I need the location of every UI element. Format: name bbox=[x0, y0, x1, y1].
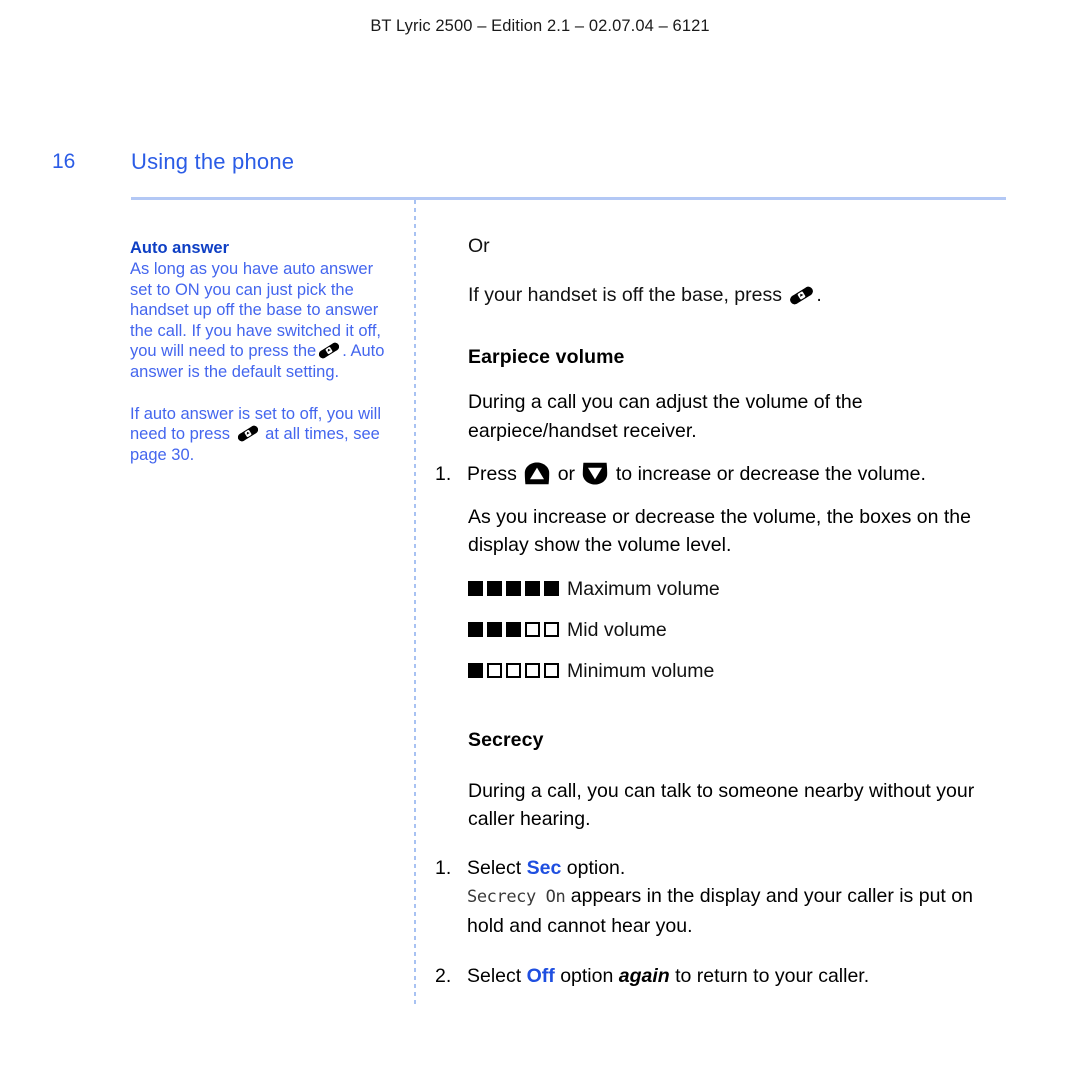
secrecy-step-2-text-b: option bbox=[560, 965, 614, 987]
secrecy-step-1-text-b: option. bbox=[566, 856, 626, 879]
volume-down-key-icon bbox=[582, 462, 608, 485]
press-handset-text-a: If your handset is off the base, press bbox=[468, 283, 782, 306]
volume-box bbox=[506, 581, 521, 596]
secrecy-option-keyword-sec: Sec bbox=[526, 856, 562, 879]
volume-box bbox=[544, 622, 559, 637]
volume-box bbox=[525, 663, 540, 678]
phone-handset-icon bbox=[236, 425, 260, 442]
step-number: 1. bbox=[435, 856, 452, 879]
volume-level-label: Maximum volume bbox=[567, 577, 720, 600]
volume-box bbox=[487, 663, 502, 678]
volume-box bbox=[544, 663, 559, 678]
secrecy-step-2-text-c: to return to your caller. bbox=[675, 965, 870, 987]
volume-box bbox=[544, 581, 559, 596]
phone-handset-icon bbox=[317, 342, 341, 359]
sidebar-paragraph-2: If auto answer is set to off, you will n… bbox=[130, 404, 398, 466]
earpiece-volume-body: During a call you can adjust the volume … bbox=[468, 391, 863, 442]
step-text: Select Off option again to return to you… bbox=[467, 962, 1008, 991]
secrecy-step-2-text-a: Select bbox=[467, 965, 522, 987]
secrecy-step-1-text-a: Select bbox=[467, 856, 522, 879]
or-label: Or bbox=[468, 235, 490, 257]
volume-box bbox=[468, 622, 483, 637]
step-number: 2. bbox=[435, 965, 452, 987]
sidebar-heading: Auto answer bbox=[130, 239, 230, 257]
volume-level-label: Mid volume bbox=[567, 618, 667, 641]
secrecy-step-2: 2. Select Off option again to return to … bbox=[435, 962, 1008, 991]
display-text-secrecy-on: Secrecy On bbox=[467, 887, 566, 907]
press-handset-text-b: . bbox=[816, 283, 822, 306]
column-divider bbox=[414, 200, 416, 1005]
title-divider-rule bbox=[131, 197, 1006, 200]
page-title: Using the phone bbox=[131, 149, 295, 174]
earpiece-step-1: 1. Press or to increase or decrease the … bbox=[435, 460, 1008, 489]
volume-boxes-minimum bbox=[468, 663, 559, 678]
volume-level-row: Maximum volume bbox=[468, 577, 1008, 601]
volume-box bbox=[525, 581, 540, 596]
running-header: BT Lyric 2500 – Edition 2.1 – 02.07.04 –… bbox=[370, 17, 710, 35]
volume-level-row: Mid volume bbox=[468, 618, 1008, 642]
press-handset-instruction: If your handset is off the base, press . bbox=[468, 281, 1008, 310]
secrecy-body: During a call, you can talk to someone n… bbox=[468, 779, 975, 831]
volume-boxes-maximum bbox=[468, 581, 559, 596]
volume-level-label: Minimum volume bbox=[567, 659, 715, 682]
section-heading-earpiece-volume: Earpiece volume bbox=[468, 346, 625, 368]
volume-box bbox=[506, 622, 521, 637]
step-text: Select Sec option. Secrecy On appears in … bbox=[467, 854, 1008, 941]
section-heading-secrecy: Secrecy bbox=[468, 728, 544, 751]
main-content: Or If your handset is off the base, pres… bbox=[435, 232, 1008, 991]
volume-box bbox=[506, 663, 521, 678]
volume-level-row: Minimum volume bbox=[468, 659, 1008, 683]
earpiece-step-1-subtext: As you increase or decrease the volume, … bbox=[468, 505, 971, 557]
volume-box bbox=[525, 622, 540, 637]
sidebar-paragraph-1: As long as you have auto answer set to O… bbox=[130, 259, 398, 383]
volume-box bbox=[487, 622, 502, 637]
earpiece-step-1-text-a: Press bbox=[467, 463, 517, 485]
page-number: 16 bbox=[52, 150, 76, 173]
volume-boxes-mid bbox=[468, 622, 559, 637]
step-number: 1. bbox=[435, 463, 452, 485]
sidebar-note: Auto answer As long as you have auto ans… bbox=[130, 238, 398, 465]
secrecy-step-1: 1. Select Sec option. Secrecy On appears … bbox=[435, 854, 1008, 941]
volume-box bbox=[487, 581, 502, 596]
volume-box bbox=[468, 581, 483, 596]
volume-up-key-icon bbox=[524, 462, 550, 485]
volume-box bbox=[468, 663, 483, 678]
secrecy-option-keyword-off: Off bbox=[526, 965, 555, 987]
phone-handset-icon bbox=[788, 285, 815, 304]
secrecy-step-2-emphasis: again bbox=[618, 965, 670, 987]
earpiece-step-1-text-b: or bbox=[557, 463, 576, 485]
step-text: Press or to increase or decrease the vol… bbox=[467, 460, 1008, 489]
earpiece-step-1-text-c: to increase or decrease the volume. bbox=[615, 463, 926, 485]
